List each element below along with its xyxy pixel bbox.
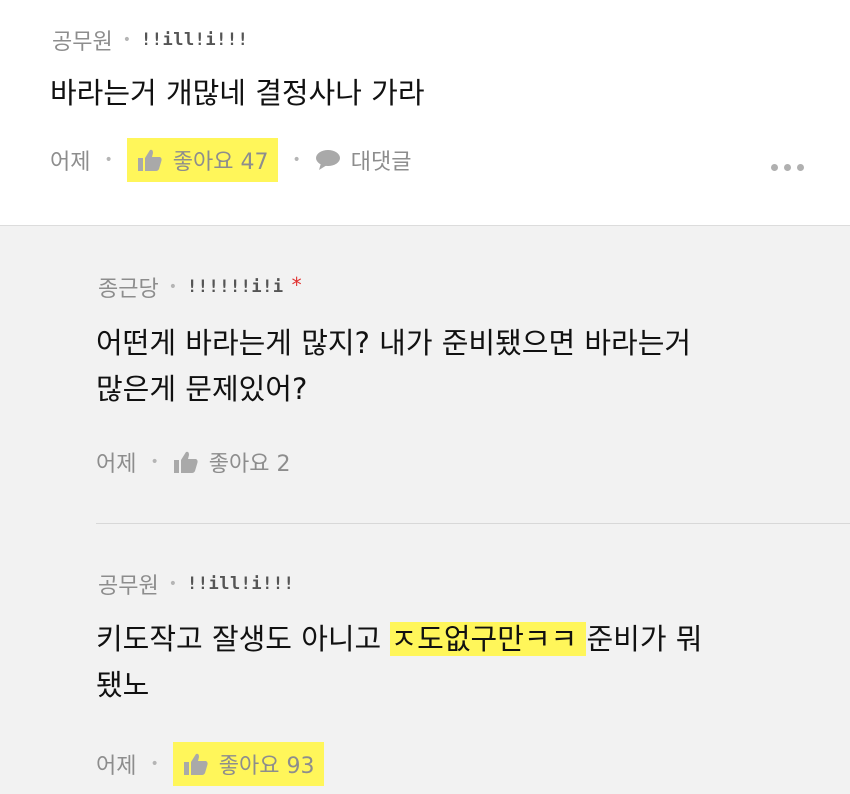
more-dots-icon[interactable] [771,164,804,171]
reply-text-line: 됐노 [96,668,150,702]
reply-text: 키도작고 잘생도 아니고 ㅈ도없구만ㅋㅋ 준비가 뭐 됐노 [96,616,702,708]
reply-meta: 공무원 • !!ill!i!!! [98,568,294,600]
reply-divider [96,523,850,524]
user-badge: !!!!!!i!i [187,277,284,297]
comment-text: 바라는거 개많네 결정사나 가라 [50,76,425,110]
reply-actions: 어제 • 좋아요 2 [96,446,290,478]
thumbs-up-icon [173,451,198,473]
reply-actions: 어제 • 좋아요 93 [96,742,325,786]
highlighted-text: ㅈ도없구만ㅋㅋ [390,622,587,656]
like-button[interactable]: 좋아요 2 [173,446,291,478]
separator-dot: • [168,576,177,592]
replies-section: 종근당 • !!!!!!i!i * 어떤게 바라는게 많지? 내가 준비됐으면 … [0,226,850,794]
text-segment: 키도작고 잘생도 아니고 [96,622,391,656]
comment-actions: 어제 • 좋아요 47 • 대댓글 [50,138,411,182]
reply-time: 어제 [96,452,137,477]
author-name[interactable]: 종근당 [98,271,159,303]
like-count: 좋아요 47 [172,150,269,175]
separator-dot: • [150,454,159,470]
user-badge: !!ill!i!!! [141,30,249,50]
reply-text: 어떤게 바라는게 많지? 내가 준비됐으면 바라는거 많은게 문제있어? [96,320,691,412]
separator-dot: • [104,152,113,168]
like-button[interactable]: 좋아요 93 [172,742,325,786]
like-count: 좋아요 2 [208,452,291,477]
star-mark: * [291,273,302,297]
reply-text-line: 키도작고 잘생도 아니고 ㅈ도없구만ㅋㅋ 준비가 뭐 [96,616,702,662]
like-button[interactable]: 좋아요 47 [126,138,279,182]
comment-meta: 공무원 • !!ill!i!!! [52,24,248,56]
author-name[interactable]: 공무원 [52,24,113,56]
thumbs-up-icon [183,753,208,775]
thumbs-up-icon [137,149,162,171]
user-badge: !!ill!i!!! [187,574,295,594]
separator-dot: • [122,32,131,48]
author-name[interactable]: 공무원 [98,568,159,600]
separator-dot: • [292,152,301,168]
text-segment: 준비가 뭐 [586,622,703,656]
reply-meta: 종근당 • !!!!!!i!i * [98,271,302,303]
like-count: 좋아요 93 [218,754,315,779]
reply-text-line: 많은게 문제있어? [96,372,308,406]
comment-card: 공무원 • !!ill!i!!! 바라는거 개많네 결정사나 가라 어제 • 좋… [0,0,850,226]
separator-dot: • [150,756,159,772]
reply-text-line: 어떤게 바라는게 많지? 내가 준비됐으면 바라는거 [96,326,692,360]
separator-dot: • [168,279,177,295]
reply-button[interactable]: 대댓글 [315,144,412,176]
speech-bubble-icon [315,150,340,170]
comment-time: 어제 [50,150,91,175]
reply-label: 대댓글 [350,150,412,175]
reply-time: 어제 [96,754,137,779]
